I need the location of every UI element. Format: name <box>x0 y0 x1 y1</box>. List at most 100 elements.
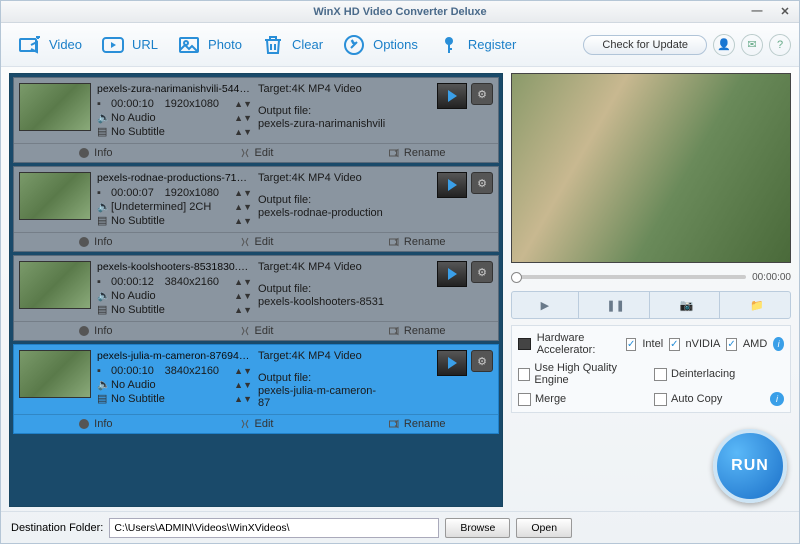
rename-button[interactable]: Rename <box>341 325 492 337</box>
rename-button[interactable]: Rename <box>341 147 492 159</box>
stepper-icon[interactable]: ▲▼ <box>234 277 252 287</box>
thumbnail <box>19 83 91 131</box>
audio-icon: 🔈 <box>97 289 107 302</box>
close-icon[interactable]: ✕ <box>775 5 795 18</box>
stepper-icon[interactable]: ▲▼ <box>234 202 252 212</box>
window-controls: — ✕ <box>747 5 795 18</box>
output-label: Output file: <box>258 194 388 206</box>
info-button[interactable]: Info <box>20 236 171 248</box>
clapperboard-icon[interactable] <box>437 350 467 376</box>
account-icon[interactable]: 👤 <box>713 34 735 56</box>
hw-info-icon[interactable]: i <box>773 337 784 351</box>
filename: pexels-rodnae-productions-7157375.m <box>97 172 252 184</box>
autocopy-checkbox[interactable] <box>654 393 667 406</box>
stepper-icon[interactable]: ▲▼ <box>234 113 252 123</box>
info-button[interactable]: Info <box>20 147 171 159</box>
subtitle-icon: ▤ <box>97 125 107 138</box>
options-button[interactable]: Options <box>333 28 426 62</box>
open-button[interactable]: Open <box>516 518 572 538</box>
stepper-icon[interactable]: ▲▼ <box>234 99 252 109</box>
list-item[interactable]: pexels-koolshooters-8531830.mp4 ▪00:00:1… <box>13 255 499 341</box>
filename: pexels-zura-narimanishvili-5440069.mp <box>97 83 252 95</box>
deinterlace-checkbox[interactable] <box>654 368 667 381</box>
dest-label: Destination Folder: <box>11 522 103 534</box>
photo-button[interactable]: Photo <box>168 28 250 62</box>
mail-icon[interactable]: ✉ <box>741 34 763 56</box>
edit-button[interactable]: Edit <box>181 147 332 159</box>
list-item[interactable]: pexels-julia-m-cameron-8769414.mp4 ▪00:0… <box>13 344 499 434</box>
minimize-icon[interactable]: — <box>747 5 767 18</box>
snapshot-button[interactable]: 📷 <box>654 292 721 318</box>
dest-path-input[interactable] <box>109 518 439 538</box>
output-filename: pexels-rodnae-production <box>258 207 388 219</box>
preview-frame <box>512 74 790 262</box>
amd-checkbox[interactable] <box>726 338 736 351</box>
edit-button[interactable]: Edit <box>181 236 332 248</box>
app-window: WinX HD Video Converter Deluxe — ✕ Video… <box>0 0 800 544</box>
gear-icon[interactable]: ⚙ <box>471 350 493 372</box>
film-icon: ▪ <box>97 187 107 199</box>
subtitle-icon: ▤ <box>97 303 107 316</box>
audio-icon: 🔈 <box>97 111 107 124</box>
output-label: Output file: <box>258 105 388 117</box>
browse-button[interactable]: Browse <box>445 518 510 538</box>
merge-checkbox[interactable] <box>518 393 531 406</box>
run-button[interactable]: RUN <box>713 429 787 503</box>
autocopy-info-icon[interactable]: i <box>770 392 784 406</box>
open-folder-button[interactable]: 📁 <box>724 292 790 318</box>
stepper-icon[interactable]: ▲▼ <box>234 291 252 301</box>
pause-button[interactable]: ❚❚ <box>583 292 650 318</box>
intel-checkbox[interactable] <box>626 338 636 351</box>
nvidia-checkbox[interactable] <box>669 338 679 351</box>
output-filename: pexels-zura-narimanishvili <box>258 118 388 130</box>
stepper-icon[interactable]: ▲▼ <box>234 380 252 390</box>
rename-button[interactable]: Rename <box>341 418 492 430</box>
gear-icon[interactable]: ⚙ <box>471 261 493 283</box>
stepper-icon[interactable]: ▲▼ <box>234 305 252 315</box>
target-format: Target:4K MP4 Video <box>258 83 388 95</box>
rename-button[interactable]: Rename <box>341 236 492 248</box>
film-icon: ▪ <box>97 98 107 110</box>
help-icon[interactable]: ? <box>769 34 791 56</box>
timeline: 00:00:00 <box>511 269 791 285</box>
edit-button[interactable]: Edit <box>181 418 332 430</box>
preview-player[interactable] <box>511 73 791 263</box>
check-update-button[interactable]: Check for Update <box>583 35 707 55</box>
clapperboard-icon[interactable] <box>437 83 467 109</box>
output-label: Output file: <box>258 372 388 384</box>
url-button[interactable]: URL <box>92 28 166 62</box>
stepper-icon[interactable]: ▲▼ <box>234 188 252 198</box>
info-button[interactable]: Info <box>20 325 171 337</box>
register-button[interactable]: Register <box>428 28 524 62</box>
target-format: Target:4K MP4 Video <box>258 261 388 273</box>
edit-button[interactable]: Edit <box>181 325 332 337</box>
gear-icon[interactable]: ⚙ <box>471 83 493 105</box>
clapperboard-icon[interactable] <box>437 172 467 198</box>
list-item[interactable]: pexels-rodnae-productions-7157375.m ▪00:… <box>13 166 499 252</box>
film-icon: ▪ <box>97 365 107 377</box>
gear-icon[interactable]: ⚙ <box>471 172 493 194</box>
stepper-icon[interactable]: ▲▼ <box>234 366 252 376</box>
output-filename: pexels-koolshooters-8531 <box>258 296 388 308</box>
filename: pexels-koolshooters-8531830.mp4 <box>97 261 252 273</box>
target-format: Target:4K MP4 Video <box>258 350 388 362</box>
subtitle-icon: ▤ <box>97 214 107 227</box>
clapperboard-icon[interactable] <box>437 261 467 287</box>
stepper-icon[interactable]: ▲▼ <box>234 127 252 137</box>
trash-icon <box>260 32 286 58</box>
stepper-icon[interactable]: ▲▼ <box>234 216 252 226</box>
video-icon <box>17 32 43 58</box>
clear-button[interactable]: Clear <box>252 28 331 62</box>
audio-icon: 🔈 <box>97 378 107 391</box>
stepper-icon[interactable]: ▲▼ <box>234 394 252 404</box>
hq-checkbox[interactable] <box>518 368 530 381</box>
video-button[interactable]: Video <box>9 28 90 62</box>
play-button[interactable]: ▶ <box>512 292 579 318</box>
media-controls: ▶ ❚❚ 📷 📁 <box>511 291 791 319</box>
footer: Destination Folder: Browse Open <box>1 511 799 543</box>
toolbar: Video URL Photo Clear Options Register C… <box>1 23 799 67</box>
info-button[interactable]: Info <box>20 418 171 430</box>
timeline-slider[interactable] <box>511 275 746 279</box>
thumbnail <box>19 350 91 398</box>
list-item[interactable]: pexels-zura-narimanishvili-5440069.mp ▪0… <box>13 77 499 163</box>
